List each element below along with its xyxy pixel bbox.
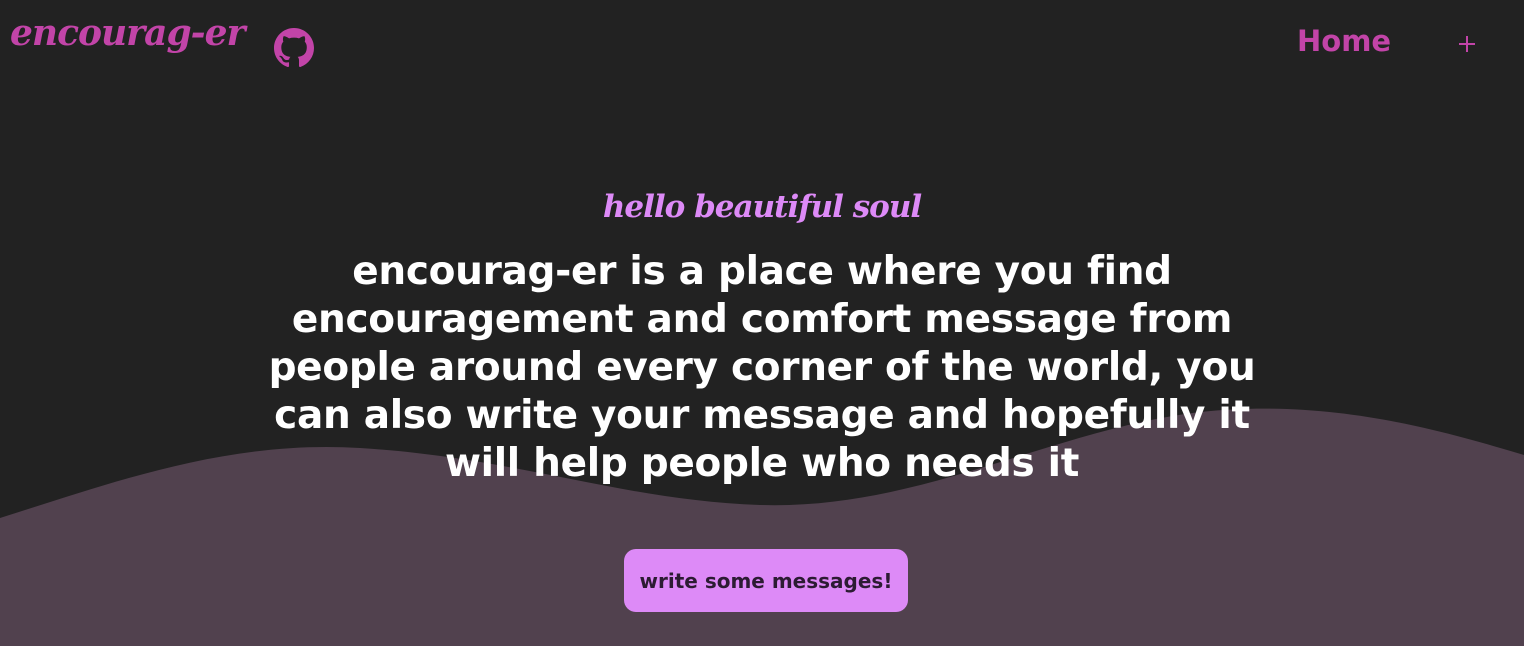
brand-logo[interactable]: encourag-er — [10, 12, 245, 54]
hero-description: encourag-er is a place where you find en… — [268, 249, 1256, 486]
navbar: encourag-er Home — [0, 0, 1524, 92]
plus-icon[interactable] — [1453, 30, 1481, 58]
write-messages-button[interactable]: write some messages! — [624, 549, 908, 612]
hero-section: hello beautiful soul encourag-er is a pl… — [0, 184, 1524, 488]
hero-greeting: hello beautiful soul — [602, 189, 922, 225]
github-icon[interactable] — [274, 28, 314, 68]
nav-home-link[interactable]: Home — [1297, 24, 1391, 58]
